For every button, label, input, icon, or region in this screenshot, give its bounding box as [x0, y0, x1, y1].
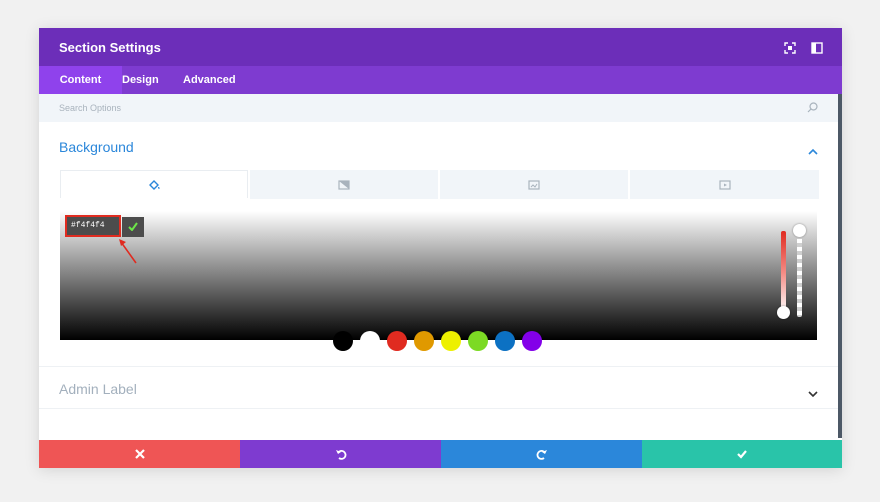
admin-label-section-title[interactable]: Admin Label — [59, 381, 137, 397]
color-swatch[interactable] — [414, 331, 434, 351]
video-icon — [718, 180, 731, 190]
color-swatch[interactable] — [495, 331, 515, 351]
bg-tab-image[interactable] — [440, 170, 628, 199]
bg-tab-gradient[interactable] — [250, 170, 438, 199]
opacity-slider[interactable] — [797, 231, 802, 317]
redo-button[interactable] — [441, 440, 642, 468]
section-divider — [39, 366, 838, 367]
redo-icon — [536, 450, 547, 460]
paint-bucket-icon — [149, 180, 160, 190]
background-section-title[interactable]: Background — [59, 139, 134, 155]
opacity-slider-handle[interactable] — [793, 224, 806, 237]
section-settings-modal: Section Settings Content Design Advanced… — [39, 28, 842, 468]
chevron-down-icon[interactable] — [808, 385, 818, 403]
tab-design[interactable]: Design — [122, 66, 159, 94]
color-picker-area[interactable] — [60, 211, 817, 340]
tab-content[interactable]: Content — [39, 66, 122, 94]
search-icon — [807, 102, 818, 113]
checkmark-icon — [737, 450, 747, 459]
hue-slider-handle[interactable] — [777, 306, 790, 319]
color-swatch[interactable] — [468, 331, 488, 351]
save-button[interactable] — [642, 440, 842, 468]
image-icon — [528, 180, 540, 190]
section-divider — [39, 408, 838, 409]
modal-title: Section Settings — [59, 40, 161, 55]
cancel-button[interactable] — [39, 440, 240, 468]
gradient-icon — [338, 180, 350, 190]
close-icon — [134, 449, 145, 459]
hex-color-input[interactable]: #f4f4f4 — [65, 215, 121, 237]
color-swatch[interactable] — [333, 331, 353, 351]
undo-icon — [335, 450, 346, 460]
sidebar-icon[interactable] — [811, 41, 823, 54]
undo-button[interactable] — [240, 440, 441, 468]
checkmark-icon — [128, 222, 138, 231]
color-swatch[interactable] — [360, 331, 380, 351]
background-type-tabs — [60, 170, 819, 199]
fullscreen-icon[interactable] — [784, 41, 796, 54]
modal-footer — [39, 440, 842, 468]
bg-tab-video[interactable] — [630, 170, 819, 199]
bg-tab-color[interactable] — [60, 170, 248, 198]
search-input[interactable]: Search Options — [59, 103, 121, 113]
color-swatch[interactable] — [387, 331, 407, 351]
annotation-arrow-icon — [119, 239, 137, 264]
settings-tabs: Content Design Advanced — [39, 66, 842, 94]
hue-slider[interactable] — [781, 231, 786, 313]
color-swatch[interactable] — [522, 331, 542, 351]
color-swatch[interactable] — [441, 331, 461, 351]
chevron-up-icon[interactable] — [808, 142, 818, 160]
search-bar[interactable]: Search Options — [39, 94, 838, 122]
tab-advanced[interactable]: Advanced — [183, 66, 236, 94]
hex-confirm-button[interactable] — [122, 217, 144, 237]
modal-header: Section Settings — [39, 28, 842, 66]
scrollbar[interactable] — [838, 94, 842, 438]
